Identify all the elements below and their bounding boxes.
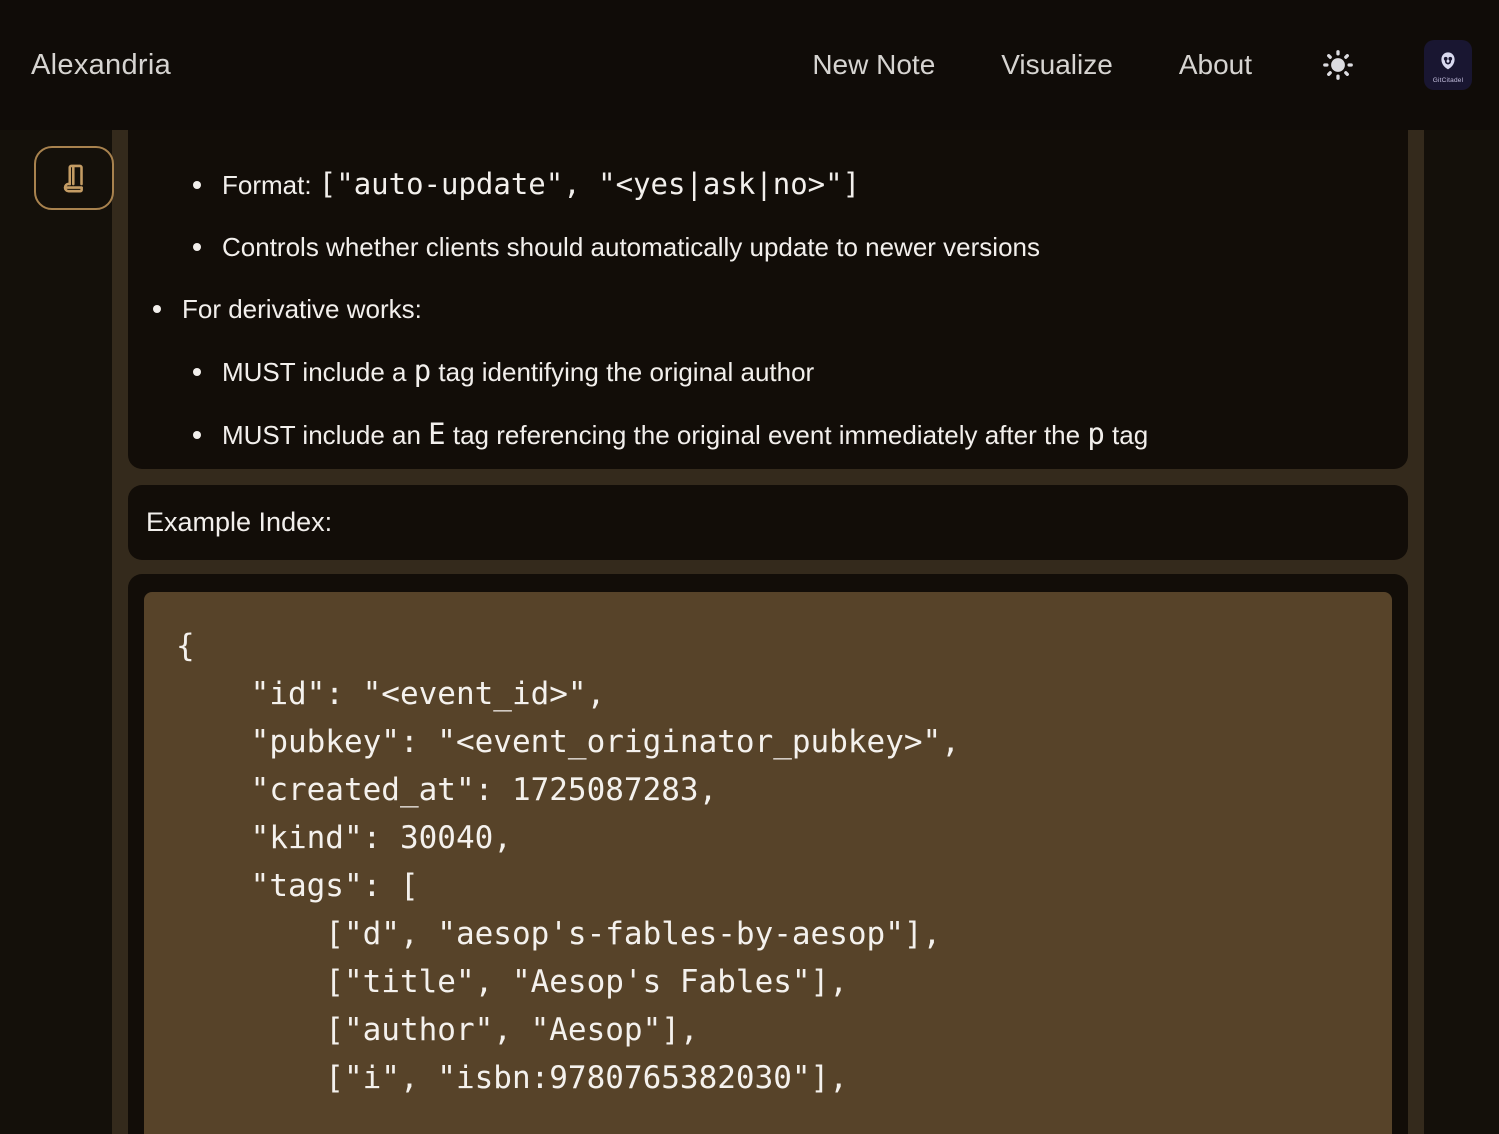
bullet-format: Format: ["auto-update", "<yes|ask|no>"]: [128, 164, 1408, 205]
book-icon: [57, 161, 91, 195]
content-container: Format: ["auto-update", "<yes|ask|no>"] …: [112, 130, 1424, 1134]
code-line: "created_at": 1725087283,: [176, 766, 1372, 814]
nav-new-note[interactable]: New Note: [812, 49, 935, 81]
nav-visualize[interactable]: Visualize: [1001, 49, 1113, 81]
code-line: ["title", "Aesop's Fables"],: [176, 958, 1372, 1006]
top-nav: Alexandria New Note Visualize About: [0, 0, 1499, 130]
reader-book-button[interactable]: [34, 146, 114, 210]
format-code: ["auto-update", "<yes|ask|no>"]: [319, 167, 860, 201]
sun-icon: [1320, 47, 1356, 83]
bullet-must-p-tag: MUST include a p tag identifying the ori…: [128, 351, 1408, 392]
json-code-block: { "id": "<event_id>", "pubkey": "<event_…: [144, 592, 1392, 1134]
p-tag-code: p: [414, 354, 431, 388]
gitcitadel-shield-icon: [1435, 50, 1461, 76]
example-index-card: Example Index:: [128, 485, 1408, 560]
code-line: ["d", "aesop's-fables-by-aesop"],: [176, 910, 1372, 958]
bullet-controls: Controls whether clients should automati…: [128, 227, 1408, 267]
p-tag-code2: p: [1087, 417, 1104, 451]
bullet-must-e-tag: MUST include an E tag referencing the or…: [128, 414, 1408, 455]
gitcitadel-logo[interactable]: GitCitadel: [1424, 40, 1472, 90]
code-line: "kind": 30040,: [176, 814, 1372, 862]
example-index-label: Example Index:: [146, 507, 332, 538]
nav-links: New Note Visualize About: [812, 40, 1499, 90]
code-line: {: [176, 622, 1372, 670]
code-line: "tags": [: [176, 862, 1372, 910]
code-line: ["i", "isbn:9780765382030"],: [176, 1054, 1372, 1102]
code-line: ["author", "Aesop"],: [176, 1006, 1372, 1054]
app-title: Alexandria: [31, 49, 171, 82]
bullet-derivative-works: For derivative works:: [128, 289, 1408, 329]
code-line: "id": "<event_id>",: [176, 670, 1372, 718]
rules-card: Format: ["auto-update", "<yes|ask|no>"] …: [128, 130, 1408, 469]
theme-toggle-button[interactable]: [1318, 45, 1358, 85]
nav-about[interactable]: About: [1179, 49, 1252, 81]
e-tag-code: E: [428, 417, 445, 451]
code-line: "pubkey": "<event_originator_pubkey>",: [176, 718, 1372, 766]
logo-caption: GitCitadel: [1433, 77, 1464, 84]
code-card: { "id": "<event_id>", "pubkey": "<event_…: [128, 574, 1408, 1134]
